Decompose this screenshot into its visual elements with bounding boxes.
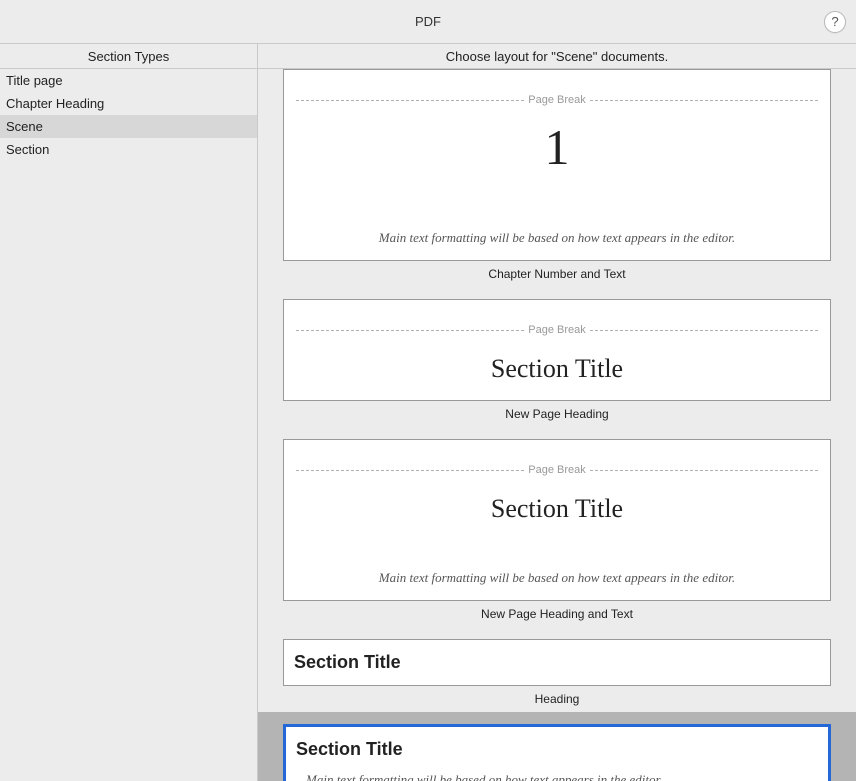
chapter-number: 1 <box>284 118 830 176</box>
section-title: Section Title <box>284 640 830 685</box>
content-split: Section Types Title page Chapter Heading… <box>0 44 856 781</box>
sidebar-header: Section Types <box>0 44 257 69</box>
sidebar-item-label: Scene <box>6 119 43 134</box>
layout-preview: Page Break Section Title <box>283 299 831 401</box>
sidebar-item-label: Title page <box>6 73 63 88</box>
page-break-dash <box>296 330 524 331</box>
page-break-indicator: Page Break <box>284 464 830 476</box>
section-title: Section Title <box>284 344 830 400</box>
page-break-dash <box>590 100 818 101</box>
sidebar-item-label: Section <box>6 142 49 157</box>
layout-new-page-heading-and-text[interactable]: Page Break Section Title Main text forma… <box>258 427 856 627</box>
sidebar-list: Title page Chapter Heading Scene Section <box>0 69 257 781</box>
help-icon: ? <box>831 14 838 29</box>
section-title: Section Title <box>284 484 830 540</box>
sidebar-item-scene[interactable]: Scene <box>0 115 257 138</box>
layout-preview: Section Title <box>283 639 831 686</box>
layout-scroll[interactable]: Page Break 1 Main text formatting will b… <box>258 69 856 781</box>
window-title: PDF <box>415 14 441 29</box>
page-break-indicator: Page Break <box>284 94 830 106</box>
page-break-label: Page Break <box>528 464 585 476</box>
body-hint: Main text formatting will be based on ho… <box>286 772 828 781</box>
layout-text-section-with-heading[interactable]: Section Title Main text formatting will … <box>258 712 856 781</box>
sidebar-item-title-page[interactable]: Title page <box>0 69 257 92</box>
page-break-label: Page Break <box>528 94 585 106</box>
titlebar: PDF ? <box>0 0 856 44</box>
body-hint: Main text formatting will be based on ho… <box>284 230 830 260</box>
layout-preview: Page Break Section Title Main text forma… <box>283 439 831 601</box>
page-break-label: Page Break <box>528 324 585 336</box>
layout-preview: Page Break 1 Main text formatting will b… <box>283 69 831 261</box>
page-break-indicator: Page Break <box>284 324 830 336</box>
help-button[interactable]: ? <box>824 11 846 33</box>
sidebar-item-section[interactable]: Section <box>0 138 257 161</box>
page-break-dash <box>590 330 818 331</box>
page-break-dash <box>296 470 524 471</box>
sidebar: Section Types Title page Chapter Heading… <box>0 44 258 781</box>
layout-caption: Chapter Number and Text <box>283 267 831 281</box>
layout-caption: New Page Heading and Text <box>283 607 831 621</box>
layout-heading[interactable]: Section Title Heading <box>258 627 856 712</box>
main-header: Choose layout for "Scene" documents. <box>258 44 856 69</box>
page-break-dash <box>296 100 524 101</box>
layout-caption: New Page Heading <box>283 407 831 421</box>
sidebar-item-chapter-heading[interactable]: Chapter Heading <box>0 92 257 115</box>
sidebar-item-label: Chapter Heading <box>6 96 104 111</box>
page-break-dash <box>590 470 818 471</box>
layout-list: Page Break 1 Main text formatting will b… <box>258 69 856 781</box>
layout-chapter-number-and-text[interactable]: Page Break 1 Main text formatting will b… <box>258 69 856 287</box>
layout-new-page-heading[interactable]: Page Break Section Title New Page Headin… <box>258 287 856 427</box>
section-title: Section Title <box>286 727 828 772</box>
body-hint: Main text formatting will be based on ho… <box>284 570 830 600</box>
layout-preview: Section Title Main text formatting will … <box>283 724 831 781</box>
layout-caption: Heading <box>283 692 831 706</box>
main-pane: Choose layout for "Scene" documents. Pag… <box>258 44 856 781</box>
